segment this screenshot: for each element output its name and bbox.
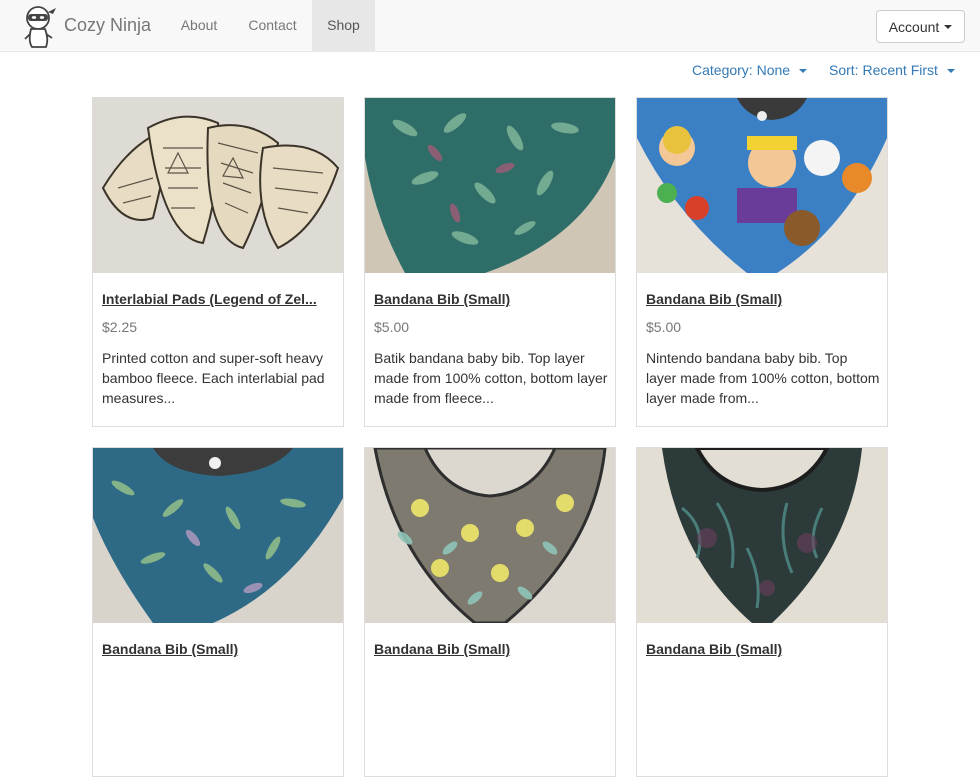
product-card: Bandana Bib (Small) $5.00 Nintendo banda…: [636, 97, 888, 427]
product-image-blue-batik-bib[interactable]: [93, 448, 343, 623]
product-image-cream-pads[interactable]: [93, 98, 343, 273]
product-title-link[interactable]: Bandana Bib (Small): [646, 641, 878, 657]
nav-about[interactable]: About: [167, 0, 231, 51]
product-title-link[interactable]: Bandana Bib (Small): [374, 291, 606, 307]
caret-down-icon: [798, 69, 807, 74]
product-title-link[interactable]: Bandana Bib (Small): [646, 291, 878, 307]
product-price: $5.00: [646, 319, 682, 335]
product-price: $2.25: [102, 319, 138, 335]
ninja-logo-icon: [24, 5, 56, 48]
product-description: Batik bandana baby bib. Top layer made f…: [374, 350, 608, 406]
caret-down-icon: [946, 69, 955, 74]
product-price: $5.00: [374, 319, 410, 335]
caret-down-icon: [944, 24, 953, 29]
navbar: Cozy Ninja About Contact Shop Account: [0, 0, 980, 52]
product-card: Bandana Bib (Small) $5.00 Batik bandana …: [364, 97, 616, 427]
brand-name: Cozy Ninja: [64, 15, 152, 35]
product-image-teal-batik-bib[interactable]: [365, 98, 615, 273]
product-card: Bandana Bib (Small): [636, 447, 888, 777]
brand[interactable]: Cozy Ninja: [22, 0, 151, 51]
product-card: Interlabial Pads (Legend of Zel... $2.25…: [92, 97, 344, 427]
product-description: Nintendo bandana baby bib. Top layer mad…: [646, 350, 880, 406]
product-image-dark-batik-bib[interactable]: [637, 448, 887, 623]
product-title-link[interactable]: Bandana Bib (Small): [102, 641, 334, 657]
product-image-grey-floral-bib[interactable]: [365, 448, 615, 623]
category-filter-dropdown[interactable]: Category: None: [692, 60, 807, 80]
product-title-link[interactable]: Bandana Bib (Small): [374, 641, 606, 657]
account-label: Account: [888, 18, 940, 35]
product-description: Printed cotton and super-soft heavy bamb…: [102, 350, 325, 406]
sort-label: Sort: Recent First: [829, 62, 938, 78]
product-title-link[interactable]: Interlabial Pads (Legend of Zel...: [102, 291, 334, 307]
product-image-nintendo-bib[interactable]: [637, 98, 887, 273]
account-dropdown-button[interactable]: Account: [876, 10, 965, 43]
nav-shop[interactable]: Shop: [312, 0, 375, 51]
product-card: Bandana Bib (Small): [92, 447, 344, 777]
nav-contact[interactable]: Contact: [233, 0, 312, 51]
product-card: Bandana Bib (Small): [364, 447, 616, 777]
category-filter-label: Category: None: [692, 62, 791, 78]
sort-dropdown[interactable]: Sort: Recent First: [829, 60, 955, 80]
